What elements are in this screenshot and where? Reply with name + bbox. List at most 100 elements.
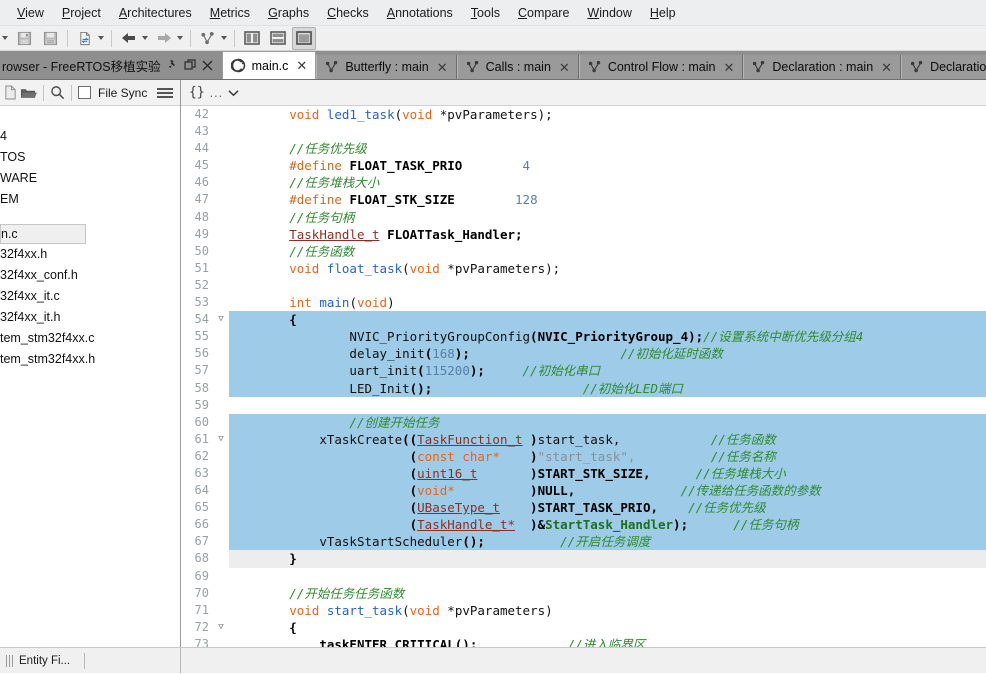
menu-item-view[interactable]: View bbox=[8, 3, 53, 23]
tab-butterfly-main[interactable]: Butterfly : main ✕ bbox=[316, 55, 457, 79]
code-line[interactable]: 46 //任务堆栈大小 bbox=[181, 174, 986, 191]
project-icon[interactable] bbox=[4, 85, 17, 100]
back-arrow-icon[interactable] bbox=[117, 27, 141, 50]
search-icon[interactable] bbox=[50, 85, 65, 100]
save-all-icon[interactable] bbox=[38, 27, 62, 50]
menu-item-graphs[interactable]: Graphs bbox=[259, 3, 318, 23]
float-icon[interactable] bbox=[181, 59, 199, 71]
tab-main-c[interactable]: main.c ✕ bbox=[221, 51, 317, 79]
analyze-dropdown-caret-icon[interactable] bbox=[98, 36, 104, 40]
graph-dropdown-caret-icon[interactable] bbox=[221, 36, 227, 40]
layout-rows-icon[interactable] bbox=[266, 27, 290, 50]
tree-item[interactable]: TOS bbox=[0, 147, 180, 168]
code-line[interactable]: 60 //创建开始任务 bbox=[181, 413, 986, 431]
code-line[interactable]: 68 } bbox=[181, 550, 986, 568]
code-line[interactable]: 67 vTaskStartScheduler(); //开启任务调度 bbox=[181, 533, 986, 551]
chevron-down-icon[interactable] bbox=[228, 89, 239, 97]
tab-close-icon[interactable]: ✕ bbox=[435, 61, 448, 74]
code-line[interactable]: 70 //开始任务任务函数 bbox=[181, 585, 986, 602]
open-folder-icon[interactable] bbox=[20, 86, 37, 100]
tree-item[interactable]: 32f4xx_it.h bbox=[0, 307, 180, 328]
code-line[interactable]: 72 ▽ { bbox=[181, 619, 986, 636]
code-line[interactable]: 44 //任务优先级 bbox=[181, 140, 986, 157]
tree-item[interactable]: 4 bbox=[0, 126, 180, 147]
line-number: 52 bbox=[194, 277, 209, 292]
code-line[interactable]: 50 //任务函数 bbox=[181, 243, 986, 260]
code-line[interactable]: 47 #define FLOAT_STK_SIZE 128 bbox=[181, 191, 986, 208]
code-line[interactable]: 49 TaskHandle_t FLOATTask_Handler; bbox=[181, 226, 986, 243]
fold-toggle-icon[interactable]: ▽ bbox=[213, 619, 229, 636]
tree-item[interactable]: 32f4xx_it.c bbox=[0, 286, 180, 307]
menu-item-help[interactable]: Help bbox=[641, 3, 685, 23]
tree-item[interactable]: n.c bbox=[0, 224, 86, 244]
menu-item-tools[interactable]: Tools bbox=[462, 3, 509, 23]
code-line[interactable]: 56 delay_init(168); //初始化延时函数 bbox=[181, 345, 986, 363]
layout-columns-icon[interactable] bbox=[240, 27, 264, 50]
line-number: 45 bbox=[194, 158, 209, 173]
forward-dropdown-caret-icon[interactable] bbox=[177, 36, 183, 40]
code-line[interactable]: 48 //任务句柄 bbox=[181, 209, 986, 226]
code-line[interactable]: 58 LED_Init(); //初始化LED端口 bbox=[181, 379, 986, 397]
tab-close-icon[interactable]: ✕ bbox=[294, 59, 307, 72]
tab-calls-main[interactable]: Calls : main ✕ bbox=[456, 55, 579, 79]
menu-item-checks[interactable]: Checks bbox=[318, 3, 378, 23]
code-line[interactable]: 63 (uint16_t )START_STK_SIZE, //任务堆栈大小 bbox=[181, 464, 986, 483]
tab-control-flow-main[interactable]: Control Flow : main ✕ bbox=[578, 55, 744, 79]
fold-toggle-icon[interactable]: ▽ bbox=[213, 431, 229, 448]
tree-item[interactable]: EM bbox=[0, 189, 180, 210]
layout-single-icon[interactable] bbox=[292, 26, 316, 50]
menu-item-annotations[interactable]: Annotations bbox=[378, 3, 462, 23]
code-line[interactable]: 45 #define FLOAT_TASK_PRIO 4 bbox=[181, 157, 986, 174]
code-line[interactable]: 73 taskENTER_CRITICAL(); //进入临界区 bbox=[181, 636, 986, 647]
code-line[interactable]: 42 void led1_task(void *pvParameters); bbox=[181, 106, 986, 123]
code-line[interactable]: 43 bbox=[181, 123, 986, 140]
tab-close-icon[interactable]: ✕ bbox=[722, 61, 735, 74]
save-icon[interactable] bbox=[12, 27, 36, 50]
overflow-caret-icon[interactable] bbox=[2, 36, 8, 40]
code-line[interactable]: 52 bbox=[181, 277, 986, 294]
code-line[interactable]: 57 uart_init(115200); //初始化串口 bbox=[181, 362, 986, 380]
drag-grip-icon[interactable] bbox=[6, 654, 13, 667]
forward-arrow-icon[interactable] bbox=[152, 27, 176, 50]
code-line[interactable]: 51 void float_task(void *pvParameters); bbox=[181, 260, 986, 277]
code-line[interactable]: 66 (TaskHandle_t* )&StartTask_Handler); … bbox=[181, 516, 986, 534]
tree-item[interactable]: WARE bbox=[0, 168, 180, 189]
tab-close-icon[interactable]: ✕ bbox=[879, 61, 892, 74]
hamburger-icon[interactable] bbox=[157, 87, 176, 98]
code-line[interactable]: 64 (void* )NULL, //传递给任务函数的参数 bbox=[181, 482, 986, 500]
tree-item[interactable]: 32f4xx.h bbox=[0, 244, 180, 265]
braces-icon[interactable]: {} bbox=[189, 85, 205, 100]
code-line[interactable]: 55 NVIC_PriorityGroupConfig(NVIC_Priorit… bbox=[181, 328, 986, 346]
menu-item-compare[interactable]: Compare bbox=[509, 3, 578, 23]
tree-item[interactable]: tem_stm32f4xx.h bbox=[0, 349, 180, 370]
code-line[interactable]: 53 int main(void) bbox=[181, 294, 986, 311]
code-token: (( bbox=[402, 431, 418, 447]
code-scroll-area[interactable]: 42 void led1_task(void *pvParameters); 43… bbox=[181, 106, 986, 647]
code-line[interactable]: 69 bbox=[181, 568, 986, 585]
close-icon[interactable] bbox=[199, 60, 218, 71]
code-line[interactable]: 61 ▽ xTaskCreate((TaskFunction_t )start_t… bbox=[181, 430, 986, 448]
file-tree[interactable]: 4 TOS WARE EM n.c 32f4xx.h 32f4xx_conf.h 32f4xx… bbox=[0, 106, 180, 647]
code-line[interactable]: 54 ▽ { bbox=[181, 311, 986, 329]
code-line[interactable]: 59 bbox=[181, 397, 986, 414]
file-sync-checkbox[interactable] bbox=[78, 86, 91, 99]
code-token: ) bbox=[499, 500, 538, 516]
graph-icon[interactable] bbox=[196, 27, 220, 50]
tab-close-icon[interactable]: ✕ bbox=[557, 61, 570, 74]
tab-declaration-main[interactable]: Declaration : main ✕ bbox=[743, 55, 902, 79]
tree-item[interactable]: 32f4xx_conf.h bbox=[0, 265, 180, 286]
code-line[interactable]: 65 (UBaseType_t )START_TASK_PRIO, //任务优先… bbox=[181, 499, 986, 517]
back-dropdown-caret-icon[interactable] bbox=[142, 36, 148, 40]
menu-item-metrics[interactable]: Metrics bbox=[201, 3, 259, 23]
menu-item-window[interactable]: Window bbox=[578, 3, 640, 23]
tab-declaration-file-main[interactable]: Declaration File : main✕ bbox=[901, 55, 986, 79]
analyze-file-icon[interactable] bbox=[73, 27, 97, 50]
pin-icon[interactable] bbox=[163, 59, 181, 71]
code-line[interactable]: 62 (const char* )"start_task", //任务名称 bbox=[181, 447, 986, 465]
entity-filter-label[interactable]: Entity Fi... bbox=[19, 655, 70, 667]
code-line[interactable]: 71 void start_task(void *pvParameters) bbox=[181, 602, 986, 619]
fold-toggle-icon[interactable]: ▽ bbox=[213, 311, 229, 328]
tree-item[interactable]: tem_stm32f4xx.c bbox=[0, 328, 180, 349]
menu-item-project[interactable]: Project bbox=[53, 3, 110, 23]
menu-item-architectures[interactable]: Architectures bbox=[110, 3, 201, 23]
